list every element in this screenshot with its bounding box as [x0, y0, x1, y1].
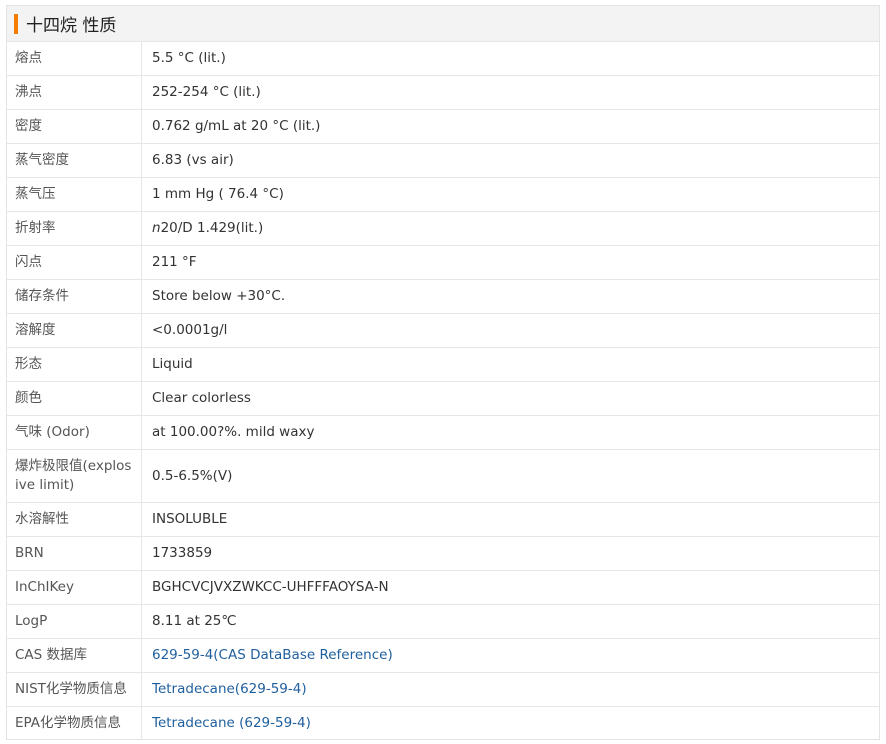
- table-row: LogP 8.11 at 25℃: [7, 604, 879, 639]
- property-name-nist: NIST化学物质信息: [7, 672, 142, 707]
- property-value-density: 0.762 g/mL at 20 °C (lit.): [141, 109, 879, 144]
- refractive-index-symbol: n: [152, 220, 161, 236]
- property-value-brn: 1733859: [141, 536, 879, 571]
- table-row: 形态 Liquid: [7, 347, 879, 382]
- properties-panel: 十四烷 性质 熔点 5.5 °C (lit.) 沸点 252-254 °C (l…: [6, 5, 880, 740]
- table-row: 密度 0.762 g/mL at 20 °C (lit.): [7, 109, 879, 144]
- property-name-flash-point: 闪点: [7, 245, 142, 280]
- property-value-flash-point: 211 °F: [141, 245, 879, 280]
- table-row: EPA化学物质信息 Tetradecane (629-59-4): [7, 706, 879, 740]
- property-value-vapor-pressure: 1 mm Hg ( 76.4 °C): [141, 177, 879, 212]
- table-row: 颜色 Clear colorless: [7, 381, 879, 416]
- property-value-odor: at 100.00?%. mild waxy: [141, 415, 879, 450]
- table-row: 蒸气密度 6.83 (vs air): [7, 143, 879, 178]
- property-value-solubility: <0.0001g/l: [141, 313, 879, 348]
- table-row: 溶解度 <0.0001g/l: [7, 313, 879, 348]
- property-value-form: Liquid: [141, 347, 879, 382]
- property-value-explosive-limit: 0.5-6.5%(V): [141, 449, 879, 503]
- property-name-vapor-pressure: 蒸气压: [7, 177, 142, 212]
- table-row: 熔点 5.5 °C (lit.): [7, 42, 879, 76]
- property-name-melting-point: 熔点: [7, 42, 142, 76]
- section-title: 十四烷 性质: [26, 16, 117, 36]
- table-row: 蒸气压 1 mm Hg ( 76.4 °C): [7, 177, 879, 212]
- property-value-cas-database: 629-59-4(CAS DataBase Reference): [141, 638, 879, 673]
- table-row: 闪点 211 °F: [7, 245, 879, 280]
- property-value-vapor-density: 6.83 (vs air): [141, 143, 879, 178]
- property-name-cas-database: CAS 数据库: [7, 638, 142, 673]
- accent-bar: [14, 13, 18, 34]
- table-row: 水溶解性 INSOLUBLE: [7, 502, 879, 537]
- property-value-water-solubility: INSOLUBLE: [141, 502, 879, 537]
- property-value-melting-point: 5.5 °C (lit.): [152, 50, 226, 66]
- nist-link[interactable]: Tetradecane(629-59-4): [152, 681, 307, 697]
- property-name-explosive-limit: 爆炸极限值(explosive limit): [7, 449, 142, 503]
- table-row: BRN 1733859: [7, 536, 879, 571]
- property-name-refractive-index: 折射率: [7, 211, 142, 246]
- property-value-storage: Store below +30°C.: [141, 279, 879, 314]
- property-name-form: 形态: [7, 347, 142, 382]
- table-row: 折射率 n20/D 1.429(lit.): [7, 211, 879, 246]
- property-value-nist: Tetradecane(629-59-4): [141, 672, 879, 707]
- property-name-boiling-point: 沸点: [7, 75, 142, 110]
- table-row: 爆炸极限值(explosive limit) 0.5-6.5%(V): [7, 449, 879, 503]
- property-name-water-solubility: 水溶解性: [7, 502, 142, 537]
- property-name-inchikey: InChIKey: [7, 570, 142, 605]
- section-header: 十四烷 性质: [7, 6, 879, 42]
- table-row: NIST化学物质信息 Tetradecane(629-59-4): [7, 672, 879, 707]
- property-value-color: Clear colorless: [141, 381, 879, 416]
- property-name-logp: LogP: [7, 604, 142, 639]
- properties-table: 熔点 5.5 °C (lit.) 沸点 252-254 °C (lit.) 密度…: [7, 42, 879, 740]
- property-value-logp: 8.11 at 25℃: [141, 604, 879, 639]
- refractive-index-value: 20/D 1.429(lit.): [160, 220, 264, 236]
- property-value-refractive-index: n20/D 1.429(lit.): [141, 211, 879, 246]
- property-value-inchikey: BGHCVCJVXZWKCC-UHFFFAOYSA-N: [141, 570, 879, 605]
- property-value-epa: Tetradecane (629-59-4): [141, 706, 879, 740]
- property-name-brn: BRN: [7, 536, 142, 571]
- property-value-boiling-point: 252-254 °C (lit.): [141, 75, 879, 110]
- property-name-storage: 储存条件: [7, 279, 142, 314]
- table-row: CAS 数据库 629-59-4(CAS DataBase Reference): [7, 638, 879, 673]
- table-row: 气味 (Odor) at 100.00?%. mild waxy: [7, 415, 879, 450]
- property-name-color: 颜色: [7, 381, 142, 416]
- epa-link[interactable]: Tetradecane (629-59-4): [152, 715, 311, 731]
- table-row: 沸点 252-254 °C (lit.): [7, 75, 879, 110]
- table-row: InChIKey BGHCVCJVXZWKCC-UHFFFAOYSA-N: [7, 570, 879, 605]
- property-name-epa: EPA化学物质信息: [7, 706, 142, 740]
- property-name-vapor-density: 蒸气密度: [7, 143, 142, 178]
- property-name-solubility: 溶解度: [7, 313, 142, 348]
- cas-database-link[interactable]: 629-59-4(CAS DataBase Reference): [152, 647, 393, 663]
- property-name-density: 密度: [7, 109, 142, 144]
- property-name-odor: 气味 (Odor): [7, 415, 142, 450]
- table-row: 储存条件 Store below +30°C.: [7, 279, 879, 314]
